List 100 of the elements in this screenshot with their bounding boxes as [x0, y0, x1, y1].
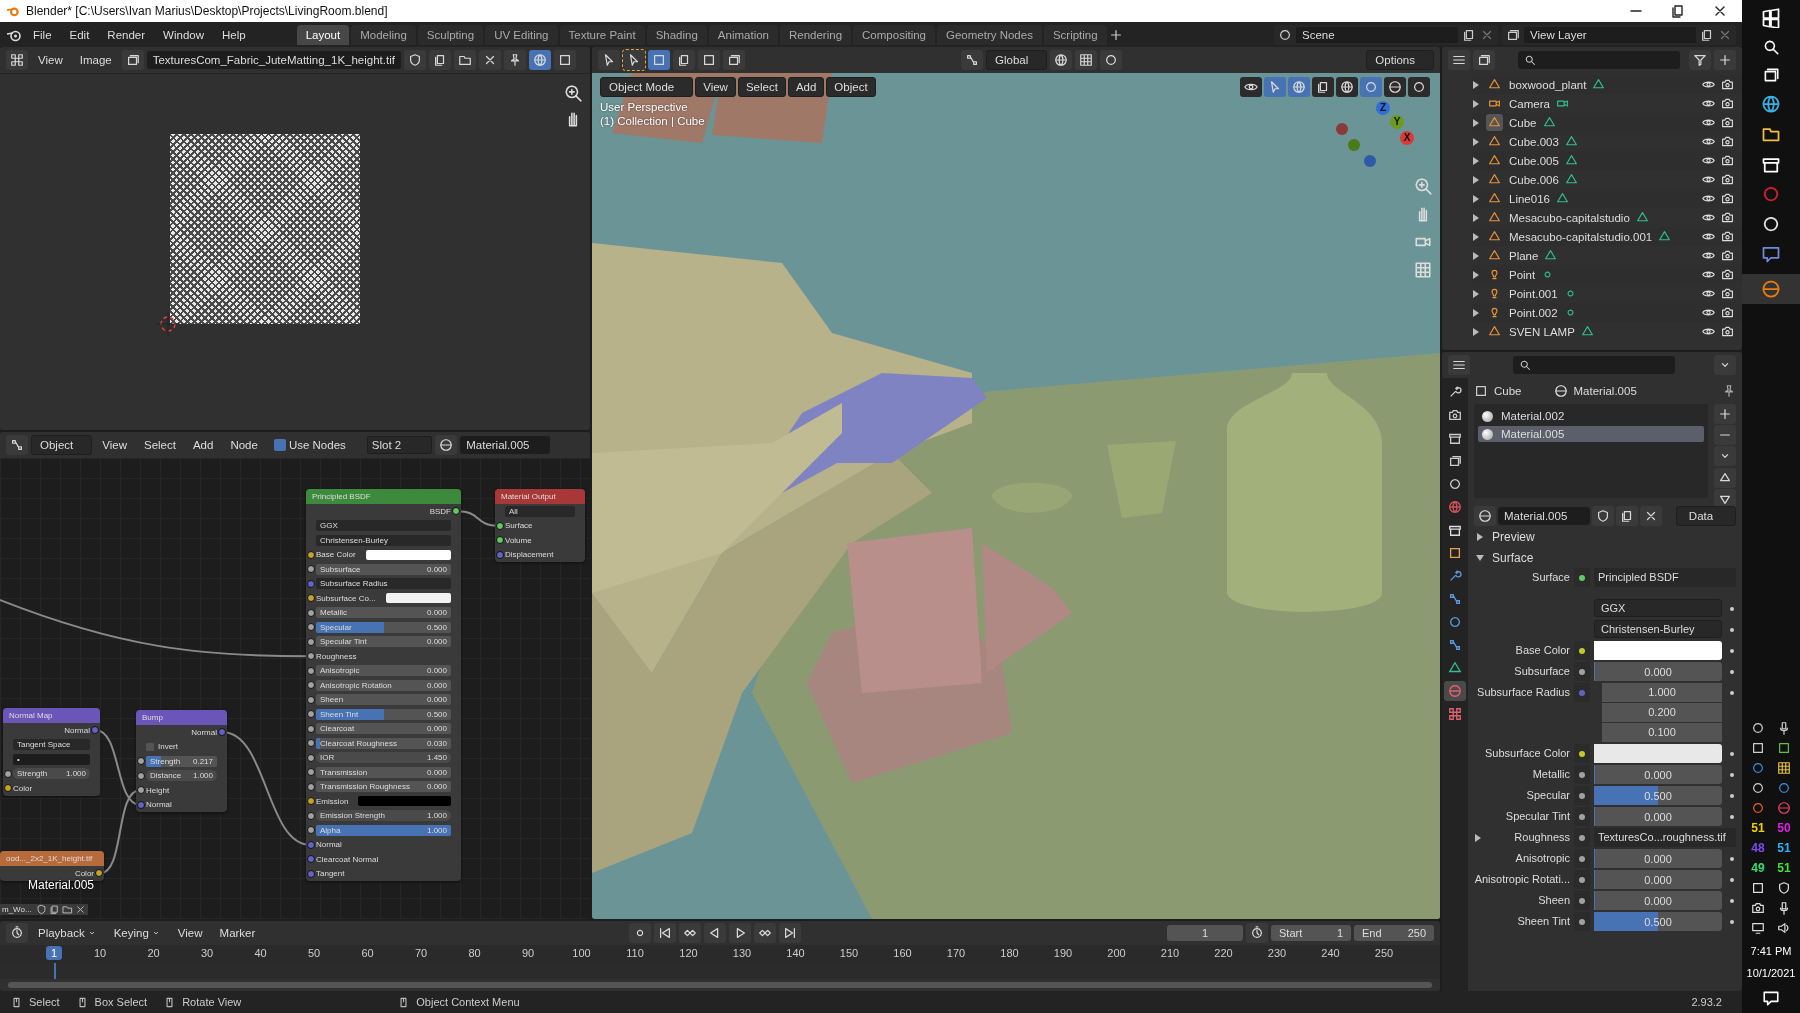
menu-item[interactable]: Marker	[212, 924, 263, 942]
workspace-tab[interactable]: Geometry Nodes	[937, 24, 1042, 45]
view-layer-selector[interactable]: View Layer	[1502, 24, 1736, 45]
property-slider[interactable]: 0.500	[1594, 912, 1722, 931]
menu-item[interactable]: View	[695, 77, 736, 97]
menu-item[interactable]: Help	[215, 25, 253, 44]
material-slot[interactable]: Material.005	[1478, 426, 1704, 442]
node-dropdown[interactable]: Christensen-Burley	[316, 534, 451, 546]
mode-dropdown[interactable]: Object Mode	[600, 77, 694, 97]
node-dropdown[interactable]: All	[505, 505, 575, 517]
linked-node-field[interactable]: Principled BSDF	[1594, 568, 1736, 587]
workspace-tab[interactable]: Animation	[708, 24, 778, 45]
tray-counter[interactable]: 49	[1751, 861, 1765, 875]
outliner-item[interactable]: SVEN LAMP	[1472, 322, 1742, 341]
menu-item[interactable]: File	[26, 25, 59, 44]
clock-time[interactable]: 7:41 PM	[1750, 945, 1792, 957]
image-name-field[interactable]: TexturesCom_Fabric_JuteMatting_1K_height.tif	[146, 51, 401, 69]
material-slot[interactable]: Material.002	[1478, 408, 1704, 424]
property-slider[interactable]: 0.000	[1594, 662, 1722, 681]
link-dropdown[interactable]: Data	[1676, 506, 1736, 526]
workspace-tab[interactable]: Layout	[296, 24, 350, 45]
node-slider[interactable]: Sheen Tint 0.500	[316, 708, 451, 720]
menu-item[interactable]: Playback	[31, 924, 104, 942]
menu-item[interactable]: Select	[737, 77, 786, 97]
property-slider[interactable]: 0.000	[1594, 765, 1722, 784]
outliner-item[interactable]: Camera	[1472, 94, 1742, 113]
shader-node[interactable]: Normal Map Normal Tangent Space • Strength 1.000 Color	[3, 708, 100, 796]
panel-header[interactable]: Preview	[1474, 526, 1736, 547]
menu-item[interactable]: Window	[156, 25, 211, 44]
menu-item[interactable]: Keying	[106, 924, 168, 942]
playhead[interactable]: 1	[46, 946, 63, 960]
property-slider[interactable]: 0.000	[1594, 849, 1722, 868]
workspace-tab[interactable]: Scripting	[1043, 24, 1107, 45]
node-slider[interactable]: Subsurface 0.000	[316, 563, 451, 575]
node-dropdown[interactable]: GGX	[316, 520, 451, 532]
tray-counter[interactable]: 51	[1777, 861, 1791, 875]
node-slider[interactable]: Clearcoat Roughness 0.030	[316, 737, 451, 749]
shader-node[interactable]: ood..._2x2_1K_height.tif Color	[0, 851, 104, 881]
number-field[interactable]: Emission Strength 1.000	[316, 810, 451, 822]
outliner-item[interactable]: Cube.006	[1472, 170, 1742, 189]
clock-date[interactable]: 10/1/2021	[1746, 967, 1796, 979]
number-field[interactable]: IOR 1.450	[316, 752, 451, 764]
workspace-tab[interactable]: Rendering	[780, 24, 852, 45]
node-dropdown[interactable]: Tangent Space	[13, 739, 90, 751]
material-name-field[interactable]: Material.005	[460, 436, 550, 454]
number-field[interactable]: Distance 1.000	[146, 770, 217, 782]
property-slider[interactable]: 0.000	[1594, 807, 1722, 826]
workspace-tab[interactable]: UV Editing	[485, 24, 558, 45]
outliner-item[interactable]: Cube.003	[1472, 132, 1742, 151]
tray-counter[interactable]: 48	[1751, 841, 1765, 855]
linked-node-field[interactable]: TexturesCo...roughness.tif	[1594, 828, 1736, 847]
node-slider[interactable]: Transmission Roughness 0.000	[316, 781, 451, 793]
start-frame-field[interactable]: Start 1	[1271, 925, 1351, 941]
shader-node[interactable]: Material Output All Surface Volume Displacement	[495, 489, 585, 562]
workspace-tab[interactable]: Texture Paint	[559, 24, 645, 45]
node-dropdown[interactable]: Subsurface Radius	[316, 578, 451, 590]
menu-item[interactable]: View	[31, 51, 70, 69]
property-dropdown[interactable]: GGX	[1594, 599, 1722, 617]
options-dropdown[interactable]: Options	[1366, 50, 1434, 70]
menu-item[interactable]: Node	[223, 436, 265, 454]
panel-header[interactable]: Surface	[1474, 547, 1736, 568]
node-slider[interactable]: Clearcoat 0.000	[316, 723, 451, 735]
slot-dropdown[interactable]: Slot 2	[366, 436, 433, 454]
node-slider[interactable]: Specular Tint 0.000	[316, 636, 451, 648]
current-frame-field[interactable]: 1	[1167, 925, 1243, 941]
number-field[interactable]: Strength 1.000	[13, 768, 90, 780]
property-slider[interactable]: 0.000	[1594, 891, 1722, 910]
scene-selector[interactable]: Scene	[1274, 24, 1498, 45]
node-slider[interactable]: Sheen 0.000	[316, 694, 451, 706]
tray-counter[interactable]: 51	[1751, 821, 1765, 835]
node-slider[interactable]: Metallic 0.000	[316, 607, 451, 619]
menu-item[interactable]: Object	[826, 77, 876, 97]
node-slider[interactable]: Transmission 0.000	[316, 766, 451, 778]
menu-item[interactable]: Add	[787, 77, 825, 97]
node-slider[interactable]: Alpha 1.000	[316, 824, 451, 836]
workspace-tab[interactable]: Sculpting	[417, 24, 484, 45]
property-slider[interactable]: 0.500	[1594, 786, 1722, 805]
tray-counter[interactable]: 51	[1777, 841, 1791, 855]
menu-item[interactable]: Image	[72, 51, 119, 69]
menu-item[interactable]: Render	[100, 25, 153, 44]
property-slider[interactable]: 0.000	[1594, 870, 1722, 889]
vector-component-field[interactable]: 0.100	[1602, 723, 1722, 742]
menu-item[interactable]: Edit	[62, 25, 97, 44]
shader-type-dropdown[interactable]: Object	[31, 435, 93, 455]
outliner-item[interactable]: Plane	[1472, 246, 1742, 265]
menu-item[interactable]: Select	[136, 436, 183, 454]
uv-map-field[interactable]: •	[13, 753, 90, 765]
menu-item[interactable]: View	[95, 436, 134, 454]
workspace-tab[interactable]: Shading	[646, 24, 707, 45]
node-slider[interactable]: Anisotropic Rotation 0.000	[316, 679, 451, 691]
outliner-item[interactable]: Point.001	[1472, 284, 1742, 303]
menu-item[interactable]: Add	[185, 436, 221, 454]
tray-counter[interactable]: 50	[1777, 821, 1791, 835]
workspace-tab[interactable]: Modeling	[351, 24, 416, 45]
outliner-item[interactable]: Mesacubo-capitalstudio	[1472, 208, 1742, 227]
menu-item[interactable]: View	[170, 924, 210, 942]
node-slider[interactable]: Specular 0.500	[316, 621, 451, 633]
node-slider[interactable]: Anisotropic 0.000	[316, 665, 451, 677]
end-frame-field[interactable]: End 250	[1354, 925, 1434, 941]
material-name-field[interactable]: Material.005	[1498, 507, 1590, 525]
